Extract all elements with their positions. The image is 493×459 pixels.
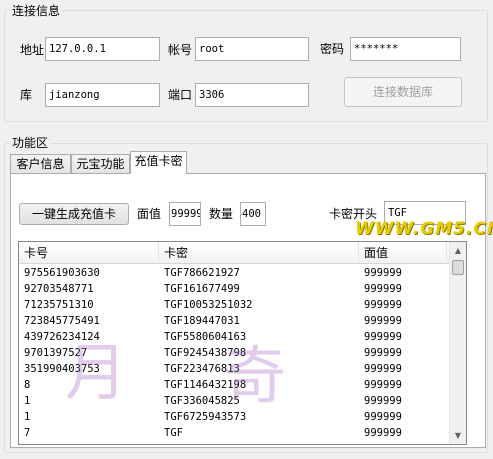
password-label: 密码 — [320, 42, 345, 56]
card-password-cell: TGF786621927 — [164, 267, 240, 279]
quantity-label: 数量 — [209, 207, 234, 221]
tab-yuanbao[interactable]: 元宝功能 — [71, 154, 130, 174]
column-header-card-password[interactable]: 卡密 — [159, 242, 359, 264]
card-number-cell: 1 — [24, 395, 31, 407]
card-number-cell: 1 — [24, 411, 31, 423]
card-password-cell: TGF223476813 — [164, 363, 240, 375]
face-value-cell: 999999 — [364, 427, 402, 439]
card-password-cell: TGF336045825 — [164, 395, 240, 407]
table-row[interactable]: 1 TGF6725943573 999999 — [19, 410, 447, 425]
quantity-input[interactable]: 400 — [240, 202, 266, 226]
connection-group-title: 连接信息 — [10, 4, 63, 18]
tab-recharge-card[interactable]: 充值卡密 — [130, 151, 187, 174]
port-input[interactable]: 3306 — [195, 83, 309, 107]
card-number-cell: 92703548771 — [24, 283, 94, 295]
card-number-cell: 7 — [24, 427, 31, 439]
tab-customer-info[interactable]: 客户信息 — [10, 154, 71, 174]
card-number-cell: 71235751310 — [24, 299, 94, 311]
column-header-card-number[interactable]: 卡号 — [19, 242, 159, 264]
card-number-cell: 351990403753 — [24, 363, 100, 375]
generate-cards-button[interactable]: 一键生成充值卡 — [19, 203, 129, 225]
account-label: 帐号 — [168, 43, 193, 57]
table-row[interactable]: 71235751310 TGF10053251032 999999 — [19, 298, 447, 313]
card-password-cell: TGF9245438798 — [164, 347, 247, 359]
card-password-cell: TGF10053251032 — [164, 299, 253, 311]
value-label: 面值 — [137, 207, 162, 221]
card-number-cell: 8 — [24, 379, 31, 391]
face-value-cell: 999999 — [364, 283, 402, 295]
recharge-card-tabpage: 一键生成充值卡 面值 99999 数量 400 卡密开头 TGF 卡号 卡密 面… — [10, 173, 486, 448]
card-password-cell: TGF161677499 — [164, 283, 240, 295]
card-password-cell: TGF189447031 — [164, 315, 240, 327]
table-row[interactable]: 723845775491 TGF189447031 999999 — [19, 314, 447, 329]
address-label: 地址 — [20, 43, 45, 57]
face-value-cell: 999999 — [364, 363, 402, 375]
connect-database-button[interactable]: 连接数据库 — [344, 77, 462, 107]
function-area-title: 功能区 — [10, 136, 51, 150]
card-number-cell: 439726234124 — [24, 331, 100, 343]
card-password-cell: TGF1146432198 — [164, 379, 247, 391]
face-value-cell: 999999 — [364, 347, 402, 359]
face-value-cell: 999999 — [364, 315, 402, 327]
card-password-cell: TGF6725943573 — [164, 411, 247, 423]
card-password-cell: TGF — [164, 427, 183, 439]
password-input[interactable]: ******* — [350, 37, 461, 61]
card-number-cell: 723845775491 — [24, 315, 100, 327]
cards-table[interactable]: 卡号 卡密 面值 975561903630 TGF786621927 999999 9… — [18, 241, 467, 445]
database-input[interactable]: jianzong — [45, 83, 160, 107]
table-scrollbar[interactable]: ▲ ▼ — [449, 242, 466, 444]
face-value-cell: 999999 — [364, 395, 402, 407]
table-row[interactable]: 975561903630 TGF786621927 999999 — [19, 266, 447, 281]
card-password-cell: TGF5580604163 — [164, 331, 247, 343]
scroll-down-icon[interactable]: ▼ — [450, 427, 466, 444]
table-row[interactable]: 1 TGF336045825 999999 — [19, 394, 447, 409]
face-value-cell: 999999 — [364, 411, 402, 423]
face-value-cell: 999999 — [364, 267, 402, 279]
port-label: 端口 — [168, 88, 193, 102]
table-row[interactable]: 439726234124 TGF5580604163 999999 — [19, 330, 447, 345]
face-value-cell: 999999 — [364, 379, 402, 391]
card-number-cell: 975561903630 — [24, 267, 100, 279]
table-row[interactable]: 7 TGF 999999 — [19, 426, 447, 441]
card-number-cell: 9701397527 — [24, 347, 88, 359]
face-value-cell: 999999 — [364, 331, 402, 343]
scroll-up-icon[interactable]: ▲ — [450, 242, 466, 259]
account-input[interactable]: root — [195, 37, 309, 61]
column-header-face-value[interactable]: 面值 — [359, 242, 447, 264]
watermark-url: WWW.GM5.CN — [355, 219, 493, 239]
table-row[interactable]: 92703548771 TGF161677499 999999 — [19, 282, 447, 297]
database-label: 库 — [20, 88, 33, 102]
table-header: 卡号 卡密 面值 — [19, 242, 466, 264]
table-row[interactable]: 351990403753 TGF223476813 999999 — [19, 362, 447, 377]
face-value-cell: 999999 — [364, 299, 402, 311]
address-input[interactable]: 127.0.0.1 — [45, 37, 160, 61]
table-row[interactable]: 8 TGF1146432198 999999 — [19, 378, 447, 393]
table-row[interactable]: 9701397527 TGF9245438798 999999 — [19, 346, 447, 361]
value-input[interactable]: 99999 — [169, 202, 201, 226]
scroll-thumb[interactable] — [452, 260, 464, 275]
